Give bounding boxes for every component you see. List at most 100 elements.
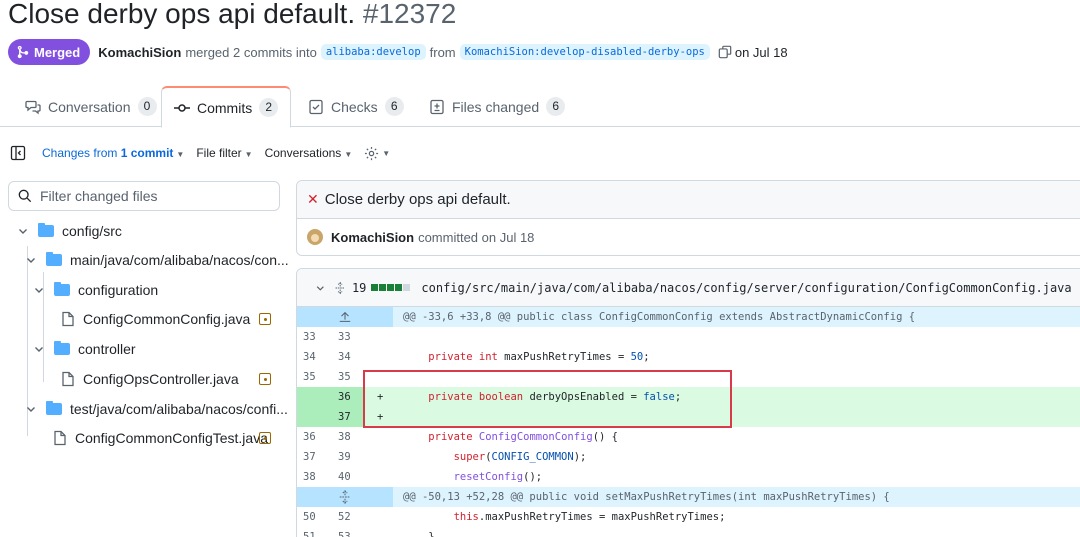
tree-file-configopscontroller[interactable]: ConfigOpsController.java [61,366,239,392]
commit-card: ✕ Close derby ops api default. KomachiSi… [296,180,1080,256]
chevron-down-icon [33,284,45,296]
commit-author[interactable]: KomachiSion [331,230,414,245]
tree-folder-config-src[interactable]: config/src [17,218,122,244]
tab-checks[interactable]: Checks 6 [296,86,416,127]
commit-header: ✕ Close derby ops api default. [297,181,1080,219]
diff-line: 36 38 private ConfigCommonConfig() { [297,427,1080,447]
old-line-number[interactable]: 35 [303,367,337,387]
chevron-down-icon [25,403,37,415]
hunk-header: @@ -50,13 +52,28 @@ public void setMaxPu… [297,487,1080,507]
new-line-number[interactable]: 53 [338,527,372,537]
tab-commits-count: 2 [259,98,279,117]
diffstat-bar [371,284,411,291]
tab-commits[interactable]: Commits 2 [161,86,292,128]
gear-icon [365,146,379,160]
merge-date: on Jul 18 [734,44,788,60]
tree-folder-configuration[interactable]: configuration [33,277,158,303]
file-filter-dropdown[interactable]: File filter ▼ [196,146,252,160]
conversation-icon [25,100,41,114]
file-header: 19 config/src/main/java/com/alibaba/naco… [297,269,1080,307]
expand-button[interactable] [297,487,393,507]
new-line-number[interactable]: 39 [338,447,372,467]
tab-conversation-label: Conversation [48,98,131,115]
base-branch[interactable]: alibaba:develop [320,44,426,60]
changes-from-dropdown[interactable]: Changes from 1 commit ▼ [42,146,184,160]
old-line-number[interactable]: 51 [303,527,337,537]
sidebar-toggle-icon[interactable] [10,145,26,161]
tree-folder-main[interactable]: main/java/com/alibaba/nacos/con... [25,247,289,273]
hunk-text: @@ -50,13 +52,28 @@ public void setMaxPu… [403,491,890,503]
chevron-down-icon [25,254,37,266]
filter-files-input[interactable]: Filter changed files [8,181,280,211]
tree-label: ConfigCommonConfigTest.java [75,430,268,446]
new-line-number[interactable]: 38 [338,427,372,447]
tab-conversation-count: 0 [137,97,157,116]
expand-all-icon[interactable] [334,281,346,295]
tab-checks-label: Checks [331,98,378,115]
chevron-down-icon[interactable] [315,282,326,294]
hunk-header: @@ -33,6 +33,8 @@ public class ConfigCom… [297,307,1080,327]
commit-meta-text: committed on Jul 18 [418,229,535,245]
tab-conversation[interactable]: Conversation 0 [13,86,169,127]
code-text: } [403,531,435,537]
tree-label: controller [78,341,136,357]
old-line-number[interactable]: 38 [303,467,337,487]
filter-placeholder: Filter changed files [40,188,158,204]
tree-label: config/src [62,223,122,239]
head-branch[interactable]: KomachiSion:develop-disabled-derby-ops [459,44,710,60]
hunk-text: @@ -33,6 +33,8 @@ public class ConfigCom… [403,311,916,323]
old-line-number[interactable]: 50 [303,507,337,527]
tab-files-count: 6 [546,97,566,116]
from-text: from [429,44,456,60]
diff-line: 34 34 private int maxPushRetryTimes = 50… [297,347,1080,367]
page-title: Close derby ops api default. #12372 [8,0,456,30]
pr-title: Close derby ops api default. [8,0,356,29]
code-text: super(CONFIG_COMMON); [453,451,587,463]
commit-meta: KomachiSion committed on Jul 18 [297,219,1080,255]
failed-x-icon: ✕ [307,191,319,207]
tree-file-configcommonconfigtest[interactable]: ConfigCommonConfigTest.java [53,425,268,451]
pr-tabs: Conversation 0 Commits 2 Checks 6 Files … [0,86,1080,128]
diff-line: 50 52 this.maxPushRetryTimes = maxPushRe… [297,507,1080,527]
tree-folder-test[interactable]: test/java/com/alibaba/nacos/confi... [25,396,288,422]
tab-checks-count: 6 [384,97,404,116]
new-line-number[interactable]: 33 [338,327,372,347]
chevron-down-icon [33,343,45,355]
tree-file-configcommonconfig[interactable]: ConfigCommonConfig.java [61,306,250,332]
chevron-down-icon [17,225,29,237]
merged-label: Merged [34,44,81,60]
expand-up-button[interactable] [297,307,393,327]
conversations-label: Conversations [264,146,342,160]
commit-icon [174,103,190,112]
tree-folder-controller[interactable]: controller [33,336,136,362]
old-line-number[interactable]: 33 [303,327,337,347]
author-link[interactable]: KomachiSion [98,45,181,60]
diff-toolbar: Changes from 1 commit ▼ File filter ▼ Conv… [10,142,390,164]
new-line-number[interactable]: 40 [338,467,372,487]
conversations-dropdown[interactable]: Conversations ▼ [265,146,353,160]
old-line-number[interactable]: 36 [303,427,337,447]
tree-label: main/java/com/alibaba/nacos/con... [70,252,289,268]
tree-label: configuration [78,282,159,298]
old-line-number[interactable]: 37 [303,447,337,467]
checks-icon [309,99,323,114]
folder-icon [46,252,62,266]
merged-status-badge: Merged [8,39,91,65]
file-diff-icon [430,99,444,114]
new-line-number[interactable]: 52 [338,507,372,527]
chevron-down-icon: ▼ [176,150,185,159]
settings-dropdown[interactable]: ▼ [364,146,390,161]
file-path[interactable]: config/src/main/java/com/alibaba/nacos/c… [421,281,1071,295]
changes-value: 1 commit [120,146,174,160]
highlight-box [363,370,732,428]
folder-icon [54,341,70,355]
new-line-number[interactable]: 34 [338,347,372,367]
commit-title[interactable]: Close derby ops api default. [325,191,511,208]
expand-up-icon [339,311,351,322]
code-text: resetConfig(); [453,471,543,483]
old-line-number[interactable]: 34 [303,347,337,367]
tab-files-changed[interactable]: Files changed 6 [417,86,577,127]
file-modified-icon [259,432,271,444]
copy-icon[interactable] [718,45,732,59]
avatar[interactable] [307,229,323,245]
